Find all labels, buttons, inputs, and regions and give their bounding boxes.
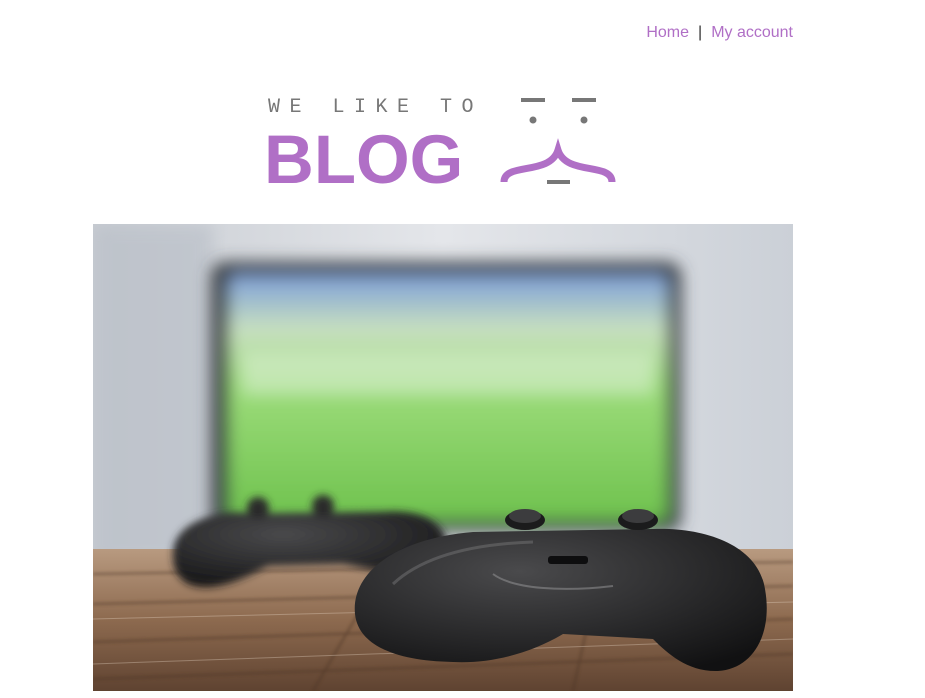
top-nav: Home | My account: [646, 24, 793, 42]
site-logo[interactable]: WE LIKE TO BLOG: [264, 94, 625, 198]
logo-tagline: WE LIKE TO: [268, 96, 483, 119]
logo-wordmark: BLOG: [265, 121, 463, 189]
hero-image: [93, 224, 793, 691]
nav-separator: |: [698, 24, 703, 41]
logo-graphic: WE LIKE TO BLOG: [264, 96, 616, 198]
face-icon: [500, 98, 616, 184]
my-account-link[interactable]: My account: [711, 24, 793, 41]
page: Home | My account WE LIKE TO BLOG: [0, 0, 925, 698]
home-link[interactable]: Home: [646, 24, 689, 41]
controllers-photo: [93, 224, 793, 691]
